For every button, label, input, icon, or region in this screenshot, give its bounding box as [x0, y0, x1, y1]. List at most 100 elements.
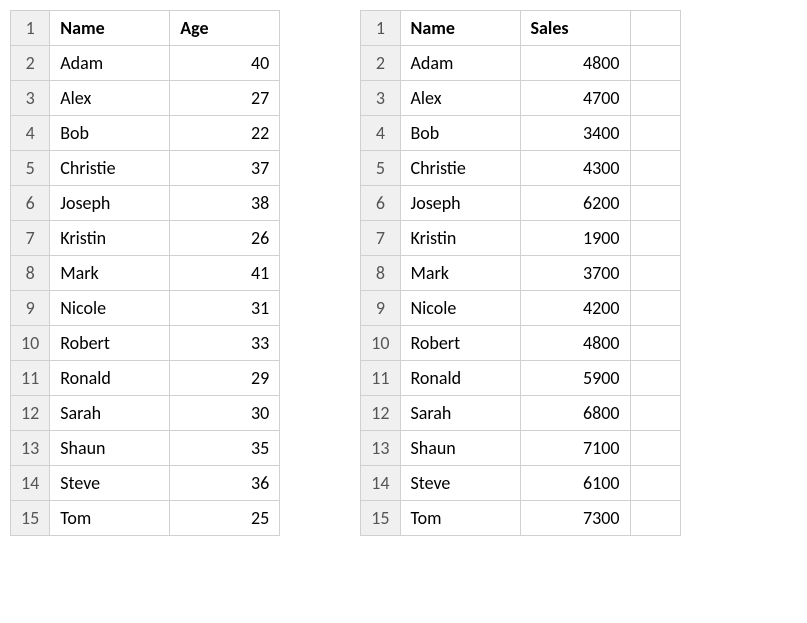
cell-empty[interactable] — [630, 291, 680, 326]
cell-name[interactable]: Sarah — [50, 396, 170, 431]
row-number[interactable]: 13 — [11, 431, 50, 466]
cell-name[interactable]: Christie — [50, 151, 170, 186]
cell-name[interactable]: Adam — [400, 46, 520, 81]
cell-value[interactable]: 31 — [170, 291, 280, 326]
cell-value[interactable]: 1900 — [520, 221, 630, 256]
cell-empty[interactable] — [630, 361, 680, 396]
row-number[interactable]: 4 — [361, 116, 400, 151]
cell-value[interactable]: 38 — [170, 186, 280, 221]
row-number[interactable]: 3 — [361, 81, 400, 116]
row-number[interactable]: 5 — [361, 151, 400, 186]
cell-empty[interactable] — [630, 151, 680, 186]
cell-name[interactable]: Mark — [50, 256, 170, 291]
cell-value[interactable]: 6800 — [520, 396, 630, 431]
cell-name[interactable]: Tom — [400, 501, 520, 536]
row-number[interactable]: 15 — [361, 501, 400, 536]
cell-value[interactable]: 40 — [170, 46, 280, 81]
cell-value[interactable]: 7300 — [520, 501, 630, 536]
row-number[interactable]: 5 — [11, 151, 50, 186]
cell-name[interactable]: Nicole — [400, 291, 520, 326]
cell-empty[interactable] — [630, 501, 680, 536]
cell-value[interactable]: 22 — [170, 116, 280, 151]
cell-name[interactable]: Christie — [400, 151, 520, 186]
cell-empty[interactable] — [630, 431, 680, 466]
row-number[interactable]: 7 — [11, 221, 50, 256]
cell-empty[interactable] — [630, 11, 680, 46]
cell-empty[interactable] — [630, 221, 680, 256]
cell-name[interactable]: Shaun — [400, 431, 520, 466]
cell-empty[interactable] — [630, 81, 680, 116]
cell-name[interactable]: Alex — [400, 81, 520, 116]
header-name[interactable]: Name — [50, 11, 170, 46]
cell-name[interactable]: Robert — [50, 326, 170, 361]
cell-empty[interactable] — [630, 256, 680, 291]
cell-name[interactable]: Nicole — [50, 291, 170, 326]
cell-empty[interactable] — [630, 326, 680, 361]
cell-value[interactable]: 36 — [170, 466, 280, 501]
row-number[interactable]: 11 — [361, 361, 400, 396]
row-number[interactable]: 3 — [11, 81, 50, 116]
cell-name[interactable]: Alex — [50, 81, 170, 116]
row-number[interactable]: 15 — [11, 501, 50, 536]
cell-value[interactable]: 30 — [170, 396, 280, 431]
cell-name[interactable]: Ronald — [50, 361, 170, 396]
cell-value[interactable]: 7100 — [520, 431, 630, 466]
cell-name[interactable]: Sarah — [400, 396, 520, 431]
row-number[interactable]: 10 — [361, 326, 400, 361]
cell-name[interactable]: Steve — [50, 466, 170, 501]
row-number[interactable]: 1 — [361, 11, 400, 46]
row-number[interactable]: 14 — [361, 466, 400, 501]
row-number[interactable]: 2 — [361, 46, 400, 81]
cell-name[interactable]: Mark — [400, 256, 520, 291]
cell-name[interactable]: Kristin — [50, 221, 170, 256]
cell-name[interactable]: Bob — [400, 116, 520, 151]
header-name[interactable]: Name — [400, 11, 520, 46]
row-number[interactable]: 6 — [361, 186, 400, 221]
cell-empty[interactable] — [630, 116, 680, 151]
cell-name[interactable]: Joseph — [50, 186, 170, 221]
row-number[interactable]: 2 — [11, 46, 50, 81]
row-number[interactable]: 9 — [11, 291, 50, 326]
header-sales[interactable]: Sales — [520, 11, 630, 46]
cell-value[interactable]: 29 — [170, 361, 280, 396]
header-age[interactable]: Age — [170, 11, 280, 46]
cell-name[interactable]: Bob — [50, 116, 170, 151]
cell-value[interactable]: 6100 — [520, 466, 630, 501]
cell-value[interactable]: 4800 — [520, 46, 630, 81]
row-number[interactable]: 8 — [361, 256, 400, 291]
cell-value[interactable]: 35 — [170, 431, 280, 466]
cell-value[interactable]: 4700 — [520, 81, 630, 116]
row-number[interactable]: 14 — [11, 466, 50, 501]
cell-name[interactable]: Robert — [400, 326, 520, 361]
cell-empty[interactable] — [630, 466, 680, 501]
cell-value[interactable]: 4200 — [520, 291, 630, 326]
cell-name[interactable]: Kristin — [400, 221, 520, 256]
cell-name[interactable]: Joseph — [400, 186, 520, 221]
cell-empty[interactable] — [630, 186, 680, 221]
row-number[interactable]: 1 — [11, 11, 50, 46]
row-number[interactable]: 4 — [11, 116, 50, 151]
cell-value[interactable]: 41 — [170, 256, 280, 291]
row-number[interactable]: 13 — [361, 431, 400, 466]
cell-value[interactable]: 26 — [170, 221, 280, 256]
row-number[interactable]: 8 — [11, 256, 50, 291]
row-number[interactable]: 6 — [11, 186, 50, 221]
cell-value[interactable]: 3700 — [520, 256, 630, 291]
cell-name[interactable]: Ronald — [400, 361, 520, 396]
cell-value[interactable]: 27 — [170, 81, 280, 116]
cell-name[interactable]: Shaun — [50, 431, 170, 466]
cell-value[interactable]: 37 — [170, 151, 280, 186]
cell-value[interactable]: 3400 — [520, 116, 630, 151]
cell-name[interactable]: Tom — [50, 501, 170, 536]
cell-value[interactable]: 33 — [170, 326, 280, 361]
cell-value[interactable]: 6200 — [520, 186, 630, 221]
cell-empty[interactable] — [630, 46, 680, 81]
cell-name[interactable]: Steve — [400, 466, 520, 501]
cell-name[interactable]: Adam — [50, 46, 170, 81]
row-number[interactable]: 12 — [361, 396, 400, 431]
row-number[interactable]: 7 — [361, 221, 400, 256]
row-number[interactable]: 9 — [361, 291, 400, 326]
cell-value[interactable]: 25 — [170, 501, 280, 536]
row-number[interactable]: 12 — [11, 396, 50, 431]
row-number[interactable]: 11 — [11, 361, 50, 396]
